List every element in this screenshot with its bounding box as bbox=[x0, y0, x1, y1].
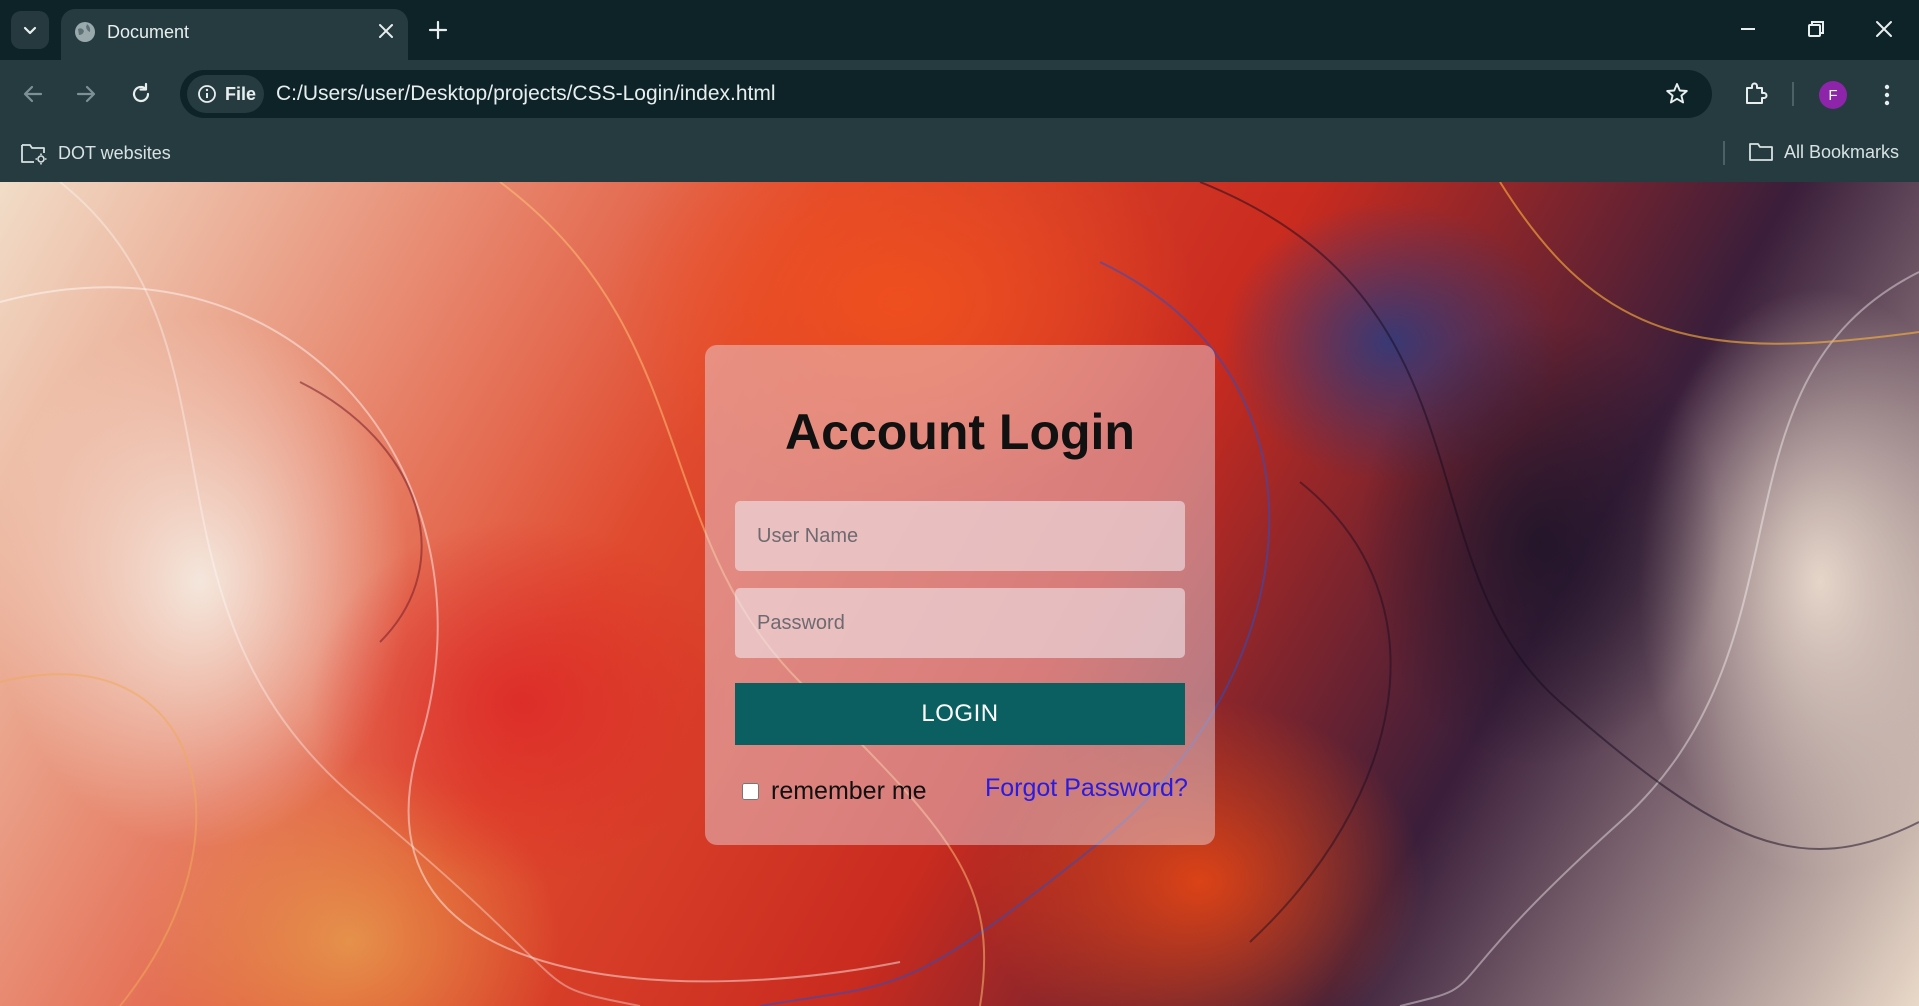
globe-icon bbox=[75, 22, 95, 42]
bookmarks-divider bbox=[1723, 141, 1725, 165]
new-tab-icon[interactable] bbox=[425, 17, 451, 43]
minimize-icon[interactable] bbox=[1733, 14, 1763, 44]
close-window-icon[interactable] bbox=[1869, 14, 1899, 44]
forgot-password-link[interactable]: Forgot Password? bbox=[985, 774, 1188, 803]
forward-arrow-icon[interactable] bbox=[72, 80, 100, 108]
tab-title: Document bbox=[107, 22, 190, 42]
remember-me-option[interactable]: remember me bbox=[742, 777, 927, 806]
chevron-down-icon bbox=[23, 26, 37, 35]
folder-icon bbox=[1749, 143, 1773, 161]
bookmark-folder-dot-websites[interactable]: DOT websites bbox=[20, 141, 171, 165]
reload-icon[interactable] bbox=[127, 80, 155, 108]
tab-search-button[interactable] bbox=[11, 11, 49, 49]
all-bookmarks-label: All Bookmarks bbox=[1784, 141, 1900, 162]
bookmark-star-icon[interactable] bbox=[1664, 81, 1690, 107]
page-viewport: Account Login LOGIN remember me Forgot P… bbox=[0, 182, 1919, 1006]
bookmarks-bar: DOT websites All Bookmarks bbox=[0, 128, 1919, 182]
url-text[interactable]: C:/Users/user/Desktop/projects/CSS-Login… bbox=[276, 82, 776, 106]
password-input[interactable] bbox=[735, 588, 1185, 658]
browser-tab[interactable]: Document bbox=[61, 9, 408, 60]
address-bar[interactable]: File C:/Users/user/Desktop/projects/CSS-… bbox=[180, 70, 1712, 118]
back-arrow-icon[interactable] bbox=[19, 80, 47, 108]
close-tab-icon[interactable] bbox=[376, 21, 396, 41]
profile-avatar[interactable]: F bbox=[1819, 81, 1847, 109]
file-scheme-label: File bbox=[225, 83, 257, 104]
login-card: Account Login LOGIN remember me Forgot P… bbox=[705, 345, 1215, 845]
extensions-puzzle-icon[interactable] bbox=[1740, 78, 1770, 108]
login-button[interactable]: LOGIN bbox=[735, 683, 1185, 745]
browser-toolbar: File C:/Users/user/Desktop/projects/CSS-… bbox=[0, 60, 1919, 128]
site-info-chip[interactable]: File bbox=[187, 75, 264, 113]
restore-icon[interactable] bbox=[1801, 14, 1831, 44]
tab-strip: Document bbox=[0, 0, 1919, 60]
all-bookmarks-button[interactable]: All Bookmarks bbox=[1748, 141, 1899, 163]
remember-me-checkbox[interactable] bbox=[742, 783, 759, 800]
info-icon bbox=[198, 85, 216, 103]
more-menu-icon[interactable] bbox=[1876, 80, 1898, 110]
username-input[interactable] bbox=[735, 501, 1185, 571]
login-title: Account Login bbox=[785, 404, 1135, 460]
folder-settings-icon bbox=[21, 144, 47, 165]
toolbar-divider bbox=[1792, 82, 1794, 106]
remember-me-label: remember me bbox=[771, 777, 927, 805]
bookmark-label: DOT websites bbox=[58, 142, 171, 163]
